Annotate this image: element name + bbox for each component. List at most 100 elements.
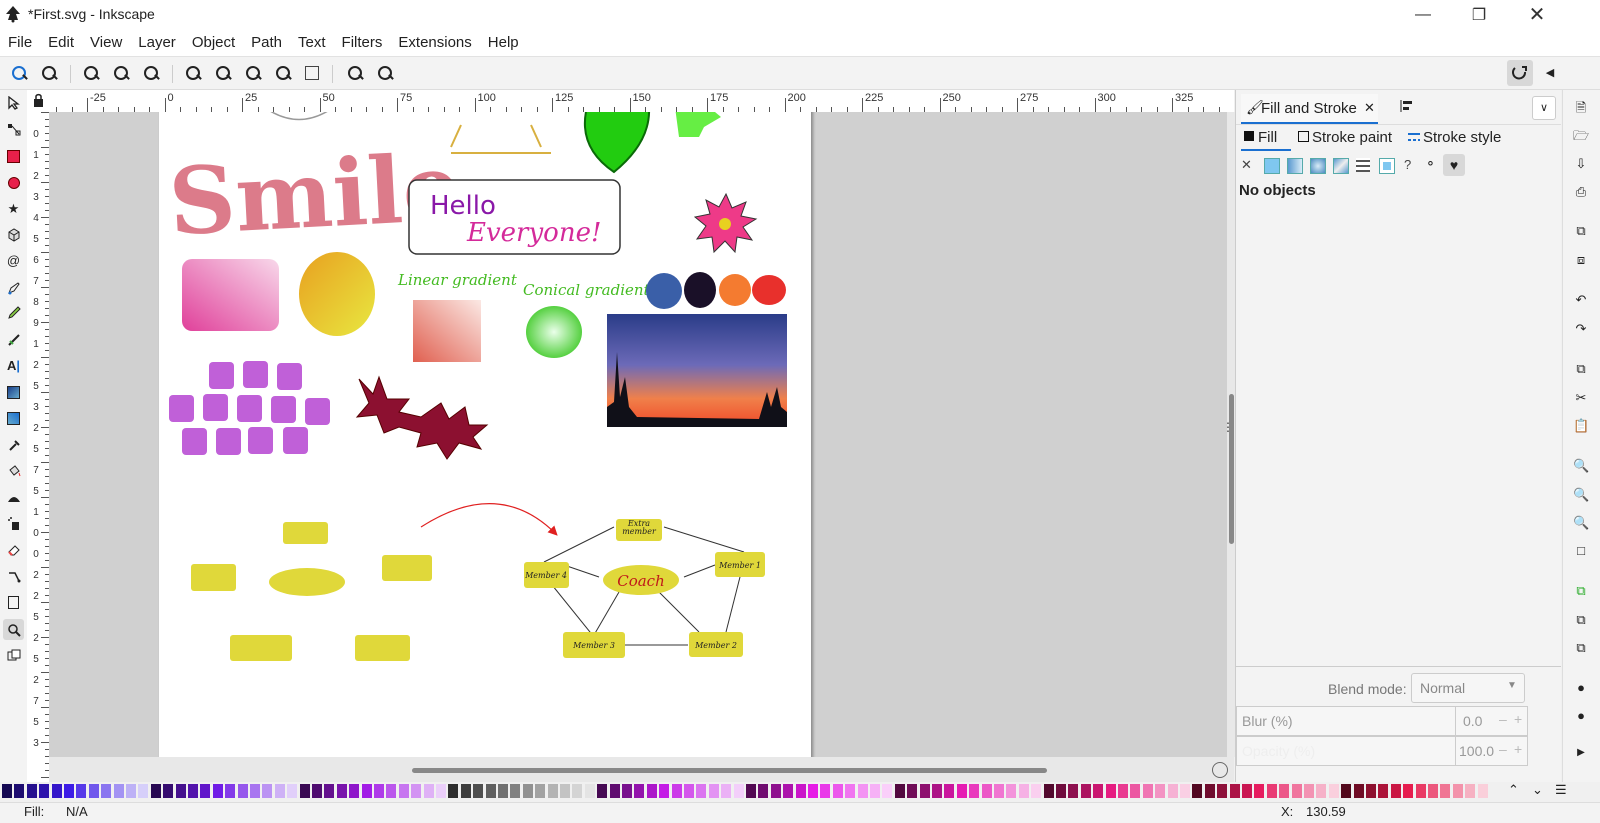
palette-swatch[interactable] [1403, 784, 1414, 798]
palette-swatch[interactable] [907, 784, 918, 798]
linear-gradient-square[interactable] [413, 300, 481, 362]
palette-swatch[interactable] [1105, 784, 1116, 798]
opacity-field[interactable]: Opacity (%) 100.0 – + [1236, 736, 1528, 766]
palette-swatch[interactable] [498, 784, 508, 798]
palette-swatch[interactable] [981, 784, 992, 798]
palette-swatch[interactable] [597, 784, 608, 798]
palette-swatch[interactable] [51, 784, 62, 798]
palette-swatch[interactable] [832, 784, 843, 798]
star-tool[interactable]: ★ [4, 199, 23, 218]
close-tab-icon[interactable]: ✕ [1364, 100, 1375, 116]
zoom-1-2-button[interactable] [112, 64, 130, 82]
save-button[interactable]: ⇩ [1573, 156, 1589, 172]
fill-rule-evenodd-button[interactable]: ⚬ [1425, 156, 1436, 172]
palette-swatch[interactable] [436, 784, 446, 798]
canvas[interactable]: Smile Hello Everyone! Linear gradient Co… [49, 112, 1234, 757]
palette-swatch[interactable] [1093, 784, 1104, 798]
drawing[interactable]: Smile Hello Everyone! Linear gradient Co… [159, 112, 811, 757]
palette-swatch[interactable] [1080, 784, 1091, 798]
palette-swatch[interactable] [882, 784, 893, 798]
palette-swatch[interactable] [646, 784, 657, 798]
palette-swatch[interactable] [1316, 784, 1327, 798]
opacity-decrement[interactable]: – [1499, 741, 1507, 757]
minimize-button[interactable]: — [1400, 0, 1446, 29]
palette-swatch[interactable] [1440, 784, 1451, 798]
palette-swatch[interactable] [1341, 784, 1352, 798]
palette-swatch[interactable] [535, 784, 546, 798]
palette-swatch[interactable] [1452, 784, 1463, 798]
document-page[interactable]: Smile Hello Everyone! Linear gradient Co… [159, 112, 811, 757]
zoom-1-1-button[interactable] [82, 64, 100, 82]
palette-swatch[interactable] [485, 784, 496, 798]
palette-swatch[interactable] [175, 784, 186, 798]
subtab-fill[interactable]: Fill [1241, 127, 1291, 151]
palette-swatch[interactable] [1353, 784, 1364, 798]
zoom-tool[interactable] [3, 619, 24, 640]
calligraphy-tool[interactable] [4, 330, 23, 349]
paste-button[interactable]: 📋 [1573, 418, 1589, 434]
yellow-gradient-ellipse[interactable] [299, 252, 375, 336]
palette-swatch[interactable] [746, 784, 756, 798]
palette-swatch[interactable] [857, 784, 868, 798]
zoom-page-width-button[interactable] [274, 64, 292, 82]
palette-swatch[interactable] [423, 784, 434, 798]
yellow-diagram-left[interactable] [191, 522, 432, 661]
blur-increment[interactable]: + [1514, 711, 1522, 727]
palette-swatch[interactable] [609, 784, 620, 798]
more-commands-button[interactable]: ▶ [1573, 745, 1589, 761]
palette-swatch[interactable] [684, 784, 694, 798]
green-shape[interactable] [675, 112, 721, 137]
palette-swatch[interactable] [1229, 784, 1240, 798]
new-document-button[interactable]: 🗎 [1573, 100, 1589, 116]
menu-edit[interactable]: Edit [40, 34, 82, 51]
blur-field[interactable]: Blur (%) 0.0 – + [1236, 706, 1528, 736]
palette-swatch[interactable] [1366, 784, 1376, 798]
palette-swatch[interactable] [113, 784, 124, 798]
palette-swatch[interactable] [225, 784, 236, 798]
undo-button[interactable]: ↶ [1573, 292, 1589, 308]
palette-swatch[interactable] [473, 784, 484, 798]
rectangle-tool[interactable] [4, 147, 23, 166]
palette-swatch[interactable] [547, 784, 558, 798]
zoom-2-1-button[interactable] [142, 64, 160, 82]
palette-swatch[interactable] [411, 784, 422, 798]
dark-circle[interactable] [684, 272, 716, 308]
menu-file[interactable]: File [0, 34, 40, 51]
blend-mode-select[interactable]: Normal ▼ [1411, 673, 1525, 703]
palette-swatch[interactable] [386, 784, 397, 798]
zoom-page-button[interactable] [244, 64, 262, 82]
mesh-gradient-button[interactable] [1333, 158, 1349, 174]
palette-swatch[interactable] [671, 784, 682, 798]
palette-swatch[interactable] [312, 784, 322, 798]
palette-swatch[interactable] [237, 784, 248, 798]
everyone-text[interactable]: Everyone! [466, 218, 601, 248]
pink-gradient-rect[interactable] [182, 259, 279, 331]
palette-swatch[interactable] [1142, 784, 1153, 798]
zoom-previous-button[interactable] [346, 64, 364, 82]
palette-swatch[interactable] [1155, 784, 1166, 798]
palette-swatch[interactable] [1031, 784, 1042, 798]
palette-swatch[interactable] [1291, 784, 1302, 798]
palette-swatch[interactable] [1192, 784, 1203, 798]
pattern-button[interactable] [1356, 158, 1370, 172]
palette-swatch[interactable] [336, 784, 347, 798]
snap-popover-button[interactable]: ◀ [1540, 62, 1560, 84]
vertical-ruler[interactable]: 0 1 2 3 4 5 6 7 8 9 1 2 5 3 2 5 7 5 1 0 0 2 2 5 2 5 2 7 5 3 [27, 112, 50, 782]
palette-swatch[interactable] [758, 784, 769, 798]
palette-swatch[interactable] [721, 784, 732, 798]
3d-box-tool[interactable] [4, 225, 23, 244]
palette-swatch[interactable] [287, 784, 298, 798]
swatch-button[interactable] [1379, 158, 1395, 174]
palette-swatch[interactable] [795, 784, 806, 798]
palette-swatch[interactable] [1266, 784, 1277, 798]
palette-swatch[interactable] [250, 784, 260, 798]
palette-swatch[interactable] [1068, 784, 1079, 798]
import-button[interactable]: ⧉ [1573, 223, 1589, 239]
linear-gradient-button[interactable] [1287, 158, 1303, 174]
menu-text[interactable]: Text [290, 34, 334, 51]
palette-swatch[interactable] [932, 784, 942, 798]
palette-swatch[interactable] [510, 784, 521, 798]
spiral-tool[interactable]: @ [4, 251, 23, 270]
palette-swatch[interactable] [1180, 784, 1190, 798]
palette-swatch[interactable] [448, 784, 459, 798]
